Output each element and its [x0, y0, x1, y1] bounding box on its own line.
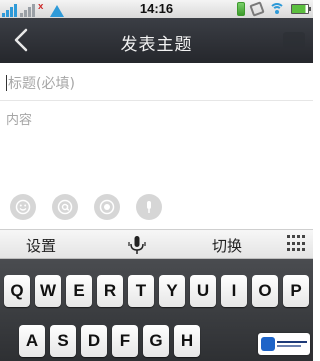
send-button[interactable] — [283, 32, 305, 48]
title-input[interactable]: 标题(必填) — [0, 63, 313, 101]
title-bar: 发表主题 — [0, 18, 313, 63]
content-placeholder: 内容 — [6, 113, 33, 128]
mention-button[interactable] — [52, 194, 78, 220]
key-s[interactable]: S — [50, 325, 76, 357]
key-d[interactable]: D — [81, 325, 107, 357]
ime-settings-button[interactable]: 设置 — [26, 235, 56, 256]
key-w[interactable]: W — [35, 275, 61, 307]
microphone-icon — [147, 201, 151, 213]
camera-icon — [99, 199, 115, 215]
key-o[interactable]: O — [252, 275, 278, 307]
status-bar: X 14:16 — [0, 0, 313, 18]
key-h[interactable]: H — [174, 325, 200, 357]
title-placeholder: 标题(必填) — [8, 76, 75, 92]
phone-icon — [249, 1, 265, 17]
key-p[interactable]: P — [283, 275, 309, 307]
voice-button[interactable] — [136, 194, 162, 220]
keyboard-grid-icon[interactable] — [287, 235, 307, 253]
ime-toolbar: 设置 切换 — [0, 229, 313, 259]
key-y[interactable]: Y — [159, 275, 185, 307]
key-i[interactable]: I — [221, 275, 247, 307]
key-q[interactable]: Q — [4, 275, 30, 307]
content-input[interactable]: 内容 — [0, 101, 313, 191]
text-cursor — [6, 75, 7, 91]
image-button[interactable] — [94, 194, 120, 220]
key-r[interactable]: R — [97, 275, 123, 307]
charging-icon — [237, 2, 245, 16]
microphone-icon — [128, 236, 146, 254]
ime-switch-button[interactable]: 切换 — [212, 235, 242, 256]
at-icon — [57, 199, 73, 215]
page-title: 发表主题 — [120, 35, 193, 55]
key-u[interactable]: U — [190, 275, 216, 307]
wifi-icon — [269, 3, 285, 15]
status-right — [237, 1, 311, 17]
key-f[interactable]: F — [112, 325, 138, 357]
key-e[interactable]: E — [66, 275, 92, 307]
compose-actions — [10, 194, 162, 222]
logo-icon — [261, 337, 275, 351]
watermark-logo — [258, 333, 310, 355]
watermark-mark — [277, 341, 307, 347]
smiley-icon — [15, 199, 31, 215]
key-a[interactable]: A — [19, 325, 45, 357]
ime-voice-button[interactable] — [126, 234, 148, 256]
battery-icon — [291, 4, 311, 14]
emoji-button[interactable] — [10, 194, 36, 220]
key-g[interactable]: G — [143, 325, 169, 357]
key-t[interactable]: T — [128, 275, 154, 307]
